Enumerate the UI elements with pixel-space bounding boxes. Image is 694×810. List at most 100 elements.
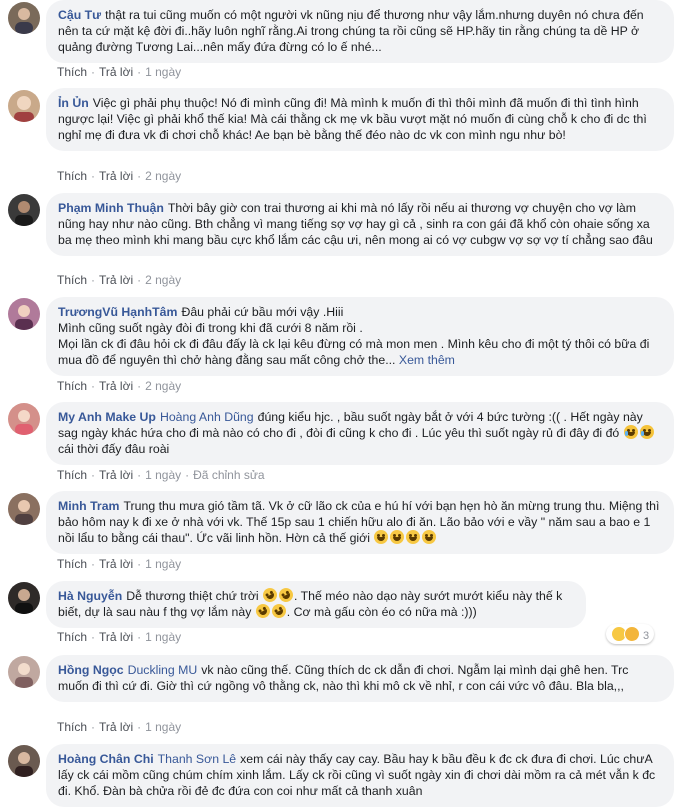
grinning-emoji-icon bbox=[390, 530, 405, 544]
crying-emoji-icon bbox=[623, 425, 638, 439]
grinning-emoji-icon bbox=[406, 530, 421, 544]
like-button[interactable]: Thích bbox=[57, 273, 87, 287]
comment-actions: Thích · Trả lời · 2 ngày bbox=[57, 379, 181, 393]
separator: · bbox=[137, 65, 142, 79]
avatar[interactable] bbox=[8, 656, 40, 688]
separator: · bbox=[137, 468, 142, 482]
avatar[interactable] bbox=[8, 298, 40, 330]
avatar[interactable] bbox=[8, 745, 40, 777]
comment-author[interactable]: TrươngVũ HạnhTâm bbox=[58, 305, 177, 319]
comment-text-line: Mọi lần ck đi đâu hỏi ck đi đâu đấy là c… bbox=[58, 337, 650, 367]
comment-author[interactable]: Cậu Tư bbox=[58, 8, 101, 22]
comment-author[interactable]: Phạm Minh Thuận bbox=[58, 201, 164, 215]
timestamp[interactable]: 2 ngày bbox=[145, 273, 181, 287]
timestamp[interactable]: 2 ngày bbox=[145, 379, 181, 393]
separator: · bbox=[137, 273, 142, 287]
crying-emoji-icon bbox=[639, 425, 654, 439]
timestamp[interactable]: 1 ngày bbox=[145, 468, 181, 482]
reply-button[interactable]: Trả lời bbox=[99, 273, 133, 287]
separator: · bbox=[91, 169, 96, 183]
comment-actions: Thích · Trả lời · 1 ngày bbox=[57, 630, 181, 644]
timestamp[interactable]: 1 ngày bbox=[145, 720, 181, 734]
rofl-emoji-icon bbox=[269, 601, 289, 621]
separator: · bbox=[137, 720, 142, 734]
reply-button[interactable]: Trả lời bbox=[99, 169, 133, 183]
grinning-emoji-icon bbox=[374, 530, 389, 544]
separator: · bbox=[91, 720, 96, 734]
separator: · bbox=[137, 630, 142, 644]
comment-text-end: . Cơ mà gấu còn éo có nữa mà :))) bbox=[286, 605, 477, 619]
comment-actions: Thích · Trả lời · 2 ngày bbox=[57, 169, 181, 183]
separator: · bbox=[91, 557, 96, 571]
comment-bubble: Cậu Tư thật ra tui cũng muốn có một người… bbox=[46, 0, 674, 63]
comment-text: Đâu phải cứ bầu mới vậy .Hiii bbox=[181, 305, 344, 319]
comment-bubble: Phạm Minh Thuận Thời bây giờ con trai thư… bbox=[46, 193, 674, 256]
timestamp[interactable]: 1 ngày bbox=[145, 557, 181, 571]
like-button[interactable]: Thích bbox=[57, 557, 87, 571]
comment-author[interactable]: My Anh Make Up bbox=[58, 410, 156, 424]
wow-reaction-icon bbox=[624, 626, 640, 642]
comment-bubble: Hà Nguyễn Dễ thương thiệt chứ trời . Thế … bbox=[46, 581, 586, 628]
separator: · bbox=[137, 557, 142, 571]
comment-bubble: Minh Tram Trung thu mưa gió tầm tã. Vk ở … bbox=[46, 491, 674, 554]
like-button[interactable]: Thích bbox=[57, 720, 87, 734]
reply-button[interactable]: Trả lời bbox=[99, 379, 133, 393]
comment-feed: Cậu Tư thật ra tui cũng muốn có một người… bbox=[0, 0, 694, 810]
comment-author[interactable]: Hà Nguyễn bbox=[58, 589, 122, 603]
rofl-emoji-icon bbox=[253, 601, 273, 621]
comment-bubble: My Anh Make Up Hoàng Anh Dũng đúng kiểu hj… bbox=[46, 402, 674, 465]
comment-author[interactable]: Ỉn Ủn bbox=[58, 96, 89, 110]
mention-link[interactable]: Duckling MU bbox=[128, 663, 198, 677]
separator: · bbox=[91, 379, 96, 393]
mention-link[interactable]: Thanh Sơn Lê bbox=[158, 752, 236, 766]
comment-bubble: TrươngVũ HạnhTâm Đâu phải cứ bầu mới vậy … bbox=[46, 297, 674, 376]
reply-button[interactable]: Trả lời bbox=[99, 468, 133, 482]
see-more-link[interactable]: Xem thêm bbox=[399, 353, 455, 367]
comment-bubble: Ỉn Ủn Việc gì phải phụ thuộc! Nó đi mình … bbox=[46, 88, 674, 151]
like-button[interactable]: Thích bbox=[57, 468, 87, 482]
comment-author[interactable]: Hoàng Chân Chi bbox=[58, 752, 154, 766]
grinning-emoji-icon bbox=[422, 530, 437, 544]
avatar[interactable] bbox=[8, 194, 40, 226]
comment-bubble: Hồng Ngọc Duckling MU vk nào cũng thế. Cũn… bbox=[46, 655, 674, 702]
comment-bubble: Hoàng Chân Chi Thanh Sơn Lê xem cái này th… bbox=[46, 744, 674, 807]
comment-text-end: cái thời đấy đâu roài bbox=[58, 442, 170, 456]
like-button[interactable]: Thích bbox=[57, 65, 87, 79]
reply-button[interactable]: Trả lời bbox=[99, 65, 133, 79]
comment-text: Việc gì phải phụ thuộc! Nó đi mình cũng … bbox=[58, 96, 647, 142]
timestamp[interactable]: 2 ngày bbox=[145, 169, 181, 183]
avatar[interactable] bbox=[8, 582, 40, 614]
reaction-count: 3 bbox=[643, 630, 650, 642]
reply-button[interactable]: Trả lời bbox=[99, 630, 133, 644]
mention-link[interactable]: Hoàng Anh Dũng bbox=[160, 410, 254, 424]
reaction-summary[interactable]: 3 bbox=[606, 624, 655, 644]
avatar[interactable] bbox=[8, 2, 40, 34]
rofl-emoji-icon bbox=[260, 585, 280, 605]
comment-text: Trung thu mưa gió tầm tã. Vk ở cữ lão ck… bbox=[58, 499, 660, 545]
separator: · bbox=[137, 169, 142, 183]
reply-button[interactable]: Trả lời bbox=[99, 557, 133, 571]
separator: · bbox=[91, 273, 96, 287]
avatar[interactable] bbox=[8, 90, 40, 122]
reply-button[interactable]: Trả lời bbox=[99, 720, 133, 734]
avatar[interactable] bbox=[8, 403, 40, 435]
comment-actions: Thích · Trả lời · 1 ngày · Đã chỉnh sửa bbox=[57, 468, 265, 482]
like-button[interactable]: Thích bbox=[57, 630, 87, 644]
separator: · bbox=[91, 65, 96, 79]
comment-author[interactable]: Hồng Ngọc bbox=[58, 663, 124, 677]
comment-actions: Thích · Trả lời · 1 ngày bbox=[57, 65, 181, 79]
separator: · bbox=[91, 630, 96, 644]
comment-text: thật ra tui cũng muốn có một người vk nũ… bbox=[58, 8, 644, 54]
separator: · bbox=[137, 379, 142, 393]
comment-author[interactable]: Minh Tram bbox=[58, 499, 120, 513]
avatar[interactable] bbox=[8, 493, 40, 525]
like-button[interactable]: Thích bbox=[57, 169, 87, 183]
rofl-emoji-icon bbox=[276, 585, 296, 605]
comment-actions: Thích · Trả lời · 1 ngày bbox=[57, 557, 181, 571]
comment-actions: Thích · Trả lời · 2 ngày bbox=[57, 273, 181, 287]
edited-label[interactable]: Đã chỉnh sửa bbox=[193, 468, 264, 482]
like-button[interactable]: Thích bbox=[57, 379, 87, 393]
timestamp[interactable]: 1 ngày bbox=[145, 65, 181, 79]
timestamp[interactable]: 1 ngày bbox=[145, 630, 181, 644]
comment-text-line: Mình cũng suốt ngày đòi đi trong khi đã … bbox=[58, 321, 363, 335]
